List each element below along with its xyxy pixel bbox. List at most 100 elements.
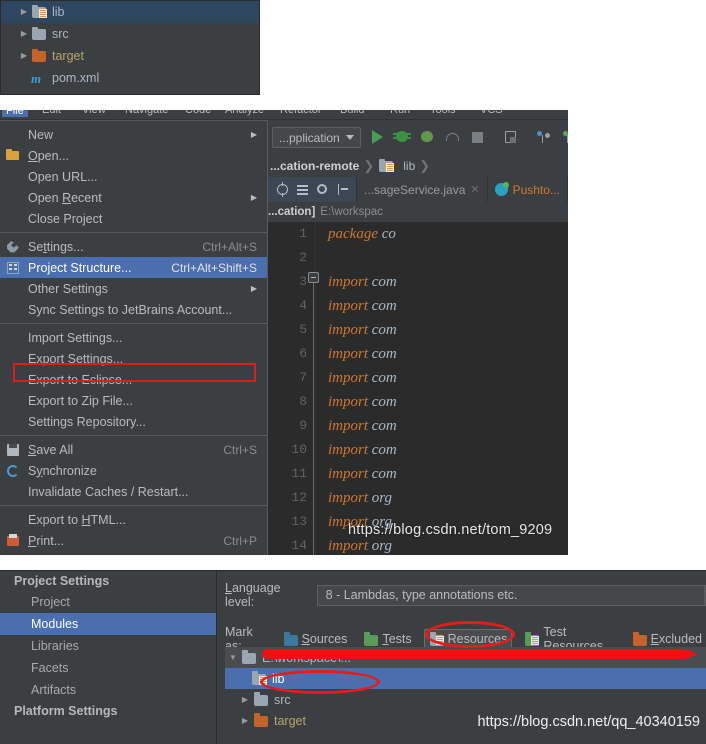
menubar-item-view[interactable]: View xyxy=(82,110,106,116)
language-level-label: Language level: xyxy=(225,581,281,609)
line-number: 5 xyxy=(268,318,316,342)
sidebar-item-project[interactable]: Project xyxy=(0,591,217,613)
debug-icon[interactable] xyxy=(392,129,411,146)
locate-icon[interactable] xyxy=(276,182,289,197)
tree-item-src[interactable]: ▶ src xyxy=(1,23,259,45)
menu-item-import-settings[interactable]: Import Settings... xyxy=(0,327,267,348)
run-icon[interactable] xyxy=(369,129,386,146)
tree-item-target[interactable]: ▶ target xyxy=(1,45,259,67)
close-icon[interactable]: ✕ xyxy=(470,183,479,196)
folder-icon xyxy=(632,632,647,646)
mark-as-tests-button[interactable]: Tests xyxy=(359,630,415,648)
resources-folder-icon xyxy=(429,632,444,646)
code-text: org xyxy=(368,537,393,554)
tree-item-label: pom.xml xyxy=(52,71,100,85)
mark-as-excluded-button[interactable]: Excluded xyxy=(628,630,706,648)
expand-all-icon[interactable] xyxy=(296,183,309,196)
menu-item-open[interactable]: Open... xyxy=(0,145,267,166)
menu-item-other-settings[interactable]: Other Settings ▶ xyxy=(0,278,267,299)
run-configuration-selector[interactable]: ...pplication xyxy=(272,127,361,148)
editor-tabstrip: ...sageService.java ✕ Pushto... xyxy=(268,177,568,202)
menu-item-export-to-eclipse[interactable]: Export to Eclipse... xyxy=(0,369,267,390)
menu-separator xyxy=(0,505,267,506)
expand-arrow-icon[interactable]: ▶ xyxy=(17,30,31,38)
menu-item-project-structure[interactable]: Project Structure... Ctrl+Alt+Shift+S xyxy=(0,257,267,278)
menubar-item-run[interactable]: Run xyxy=(390,110,410,116)
open-folder-icon xyxy=(5,148,21,163)
menu-item-invalidate-caches[interactable]: Invalidate Caches / Restart... xyxy=(0,481,267,502)
collapse-arrow-icon[interactable]: ▼ xyxy=(225,653,241,662)
test-resources-folder-icon xyxy=(524,632,540,646)
expand-arrow-icon[interactable]: ▶ xyxy=(237,695,253,704)
menubar-item-refactor[interactable]: Refactor xyxy=(280,110,322,116)
menubar-item-vcs[interactable]: VCS xyxy=(480,110,503,116)
mark-as-resources-button[interactable]: Resources xyxy=(423,629,513,649)
expand-arrow-icon[interactable]: ▶ xyxy=(237,716,253,725)
menubar-item-navigate[interactable]: Navigate xyxy=(125,110,168,116)
code-keyword: import xyxy=(328,393,369,410)
collapse-all-icon[interactable] xyxy=(336,183,349,196)
path-module-label: ...cation] xyxy=(268,206,316,218)
deploy-icon[interactable] xyxy=(502,129,519,146)
mark-as-sources-button[interactable]: Sources xyxy=(279,630,352,648)
editor-tab-messageservice[interactable]: ...sageService.java ✕ xyxy=(357,177,488,202)
menu-item-sync-settings-jetbrains[interactable]: Sync Settings to JetBrains Account... xyxy=(0,299,267,320)
tree-item-pom-xml[interactable]: m pom.xml xyxy=(1,67,259,89)
menu-item-export-to-html[interactable]: Export to HTML... xyxy=(0,509,267,530)
menu-item-settings-repository[interactable]: Settings Repository... xyxy=(0,411,267,432)
editor-tab-label: ...sageService.java xyxy=(364,182,466,197)
code-fold-icon[interactable] xyxy=(308,272,319,283)
code-editor[interactable]: 1 package co 2 3 import com 4 import com 5i… xyxy=(268,202,568,555)
profiler-icon[interactable] xyxy=(444,129,461,146)
expand-arrow-icon[interactable]: ▶ xyxy=(17,52,31,60)
breadcrumb-item-module[interactable]: ...cation-remote xyxy=(270,159,359,173)
menubar-item-tools[interactable]: Tools xyxy=(430,110,456,116)
menu-item-new[interactable]: New ▶ xyxy=(0,124,267,145)
menu-item-open-url[interactable]: Open URL... xyxy=(0,166,267,187)
menu-item-print[interactable]: Print... Ctrl+P xyxy=(0,530,267,551)
menu-item-settings[interactable]: Settings... Ctrl+Alt+S xyxy=(0,236,267,257)
content-tree-item-label: lib xyxy=(272,671,285,686)
menubar-item-analyze[interactable]: Analyze xyxy=(225,110,264,116)
menu-item-label: Other Settings xyxy=(28,281,108,296)
breadcrumb: ...cation-remote ❯ lib ❯ xyxy=(268,155,568,177)
menu-item-export-settings[interactable]: Export Settings... xyxy=(0,348,267,369)
menu-item-label: Export to HTML... xyxy=(28,512,126,527)
menu-item-save-all[interactable]: Save All Ctrl+S xyxy=(0,439,267,460)
menu-item-synchronize[interactable]: Synchronize xyxy=(0,460,267,481)
content-tree-item-lib[interactable]: lib xyxy=(225,668,706,689)
expand-arrow-icon[interactable]: ▶ xyxy=(17,8,31,16)
menubar-item-build[interactable]: Build xyxy=(340,110,364,116)
language-level-select[interactable]: 8 - Lambdas, type annotations etc. xyxy=(316,584,706,606)
content-root-row[interactable]: ▼ E:\workspace\... xyxy=(225,647,706,668)
settings-gear-icon[interactable] xyxy=(316,183,329,196)
tree-item-lib[interactable]: ▶ lib xyxy=(1,1,259,23)
editor-lines: 1 package co 2 3 import com 4 import com 5i… xyxy=(268,222,568,555)
sidebar-item-facets[interactable]: Facets xyxy=(0,657,217,679)
menubar-item-code[interactable]: Code xyxy=(185,110,211,116)
menubar-item-file[interactable]: File xyxy=(2,110,28,117)
resources-folder-icon xyxy=(378,158,395,173)
sidebar-item-modules[interactable]: Modules xyxy=(0,613,217,635)
menu-item-open-recent[interactable]: Open Recent ▶ xyxy=(0,187,267,208)
sidebar-item-libraries[interactable]: Libraries xyxy=(0,635,217,657)
folder-icon xyxy=(283,632,298,646)
vcs-update-icon[interactable] xyxy=(535,129,552,146)
breadcrumb-item-lib[interactable]: lib xyxy=(403,159,415,173)
menu-item-label: Import Settings... xyxy=(28,330,123,345)
menubar-item-edit[interactable]: Edit xyxy=(42,110,61,116)
line-number: 10 xyxy=(268,438,316,462)
menu-item-close-project[interactable]: Close Project xyxy=(0,208,267,229)
content-tree-item-src[interactable]: ▶ src xyxy=(225,689,706,710)
sidebar-item-artifacts[interactable]: Artifacts xyxy=(0,679,217,701)
vcs-commit-icon[interactable] xyxy=(560,129,568,146)
menu-item-export-to-zip[interactable]: Export to Zip File... xyxy=(0,390,267,411)
stop-icon[interactable] xyxy=(469,129,486,146)
run-with-coverage-icon[interactable] xyxy=(419,129,436,146)
save-icon xyxy=(5,442,21,457)
code-keyword: import xyxy=(328,465,369,482)
submenu-arrow-icon: ▶ xyxy=(250,193,257,202)
menu-separator xyxy=(0,232,267,233)
editor-tab-pushto[interactable]: Pushto... xyxy=(488,177,568,202)
project-tool-buttons xyxy=(268,177,358,202)
